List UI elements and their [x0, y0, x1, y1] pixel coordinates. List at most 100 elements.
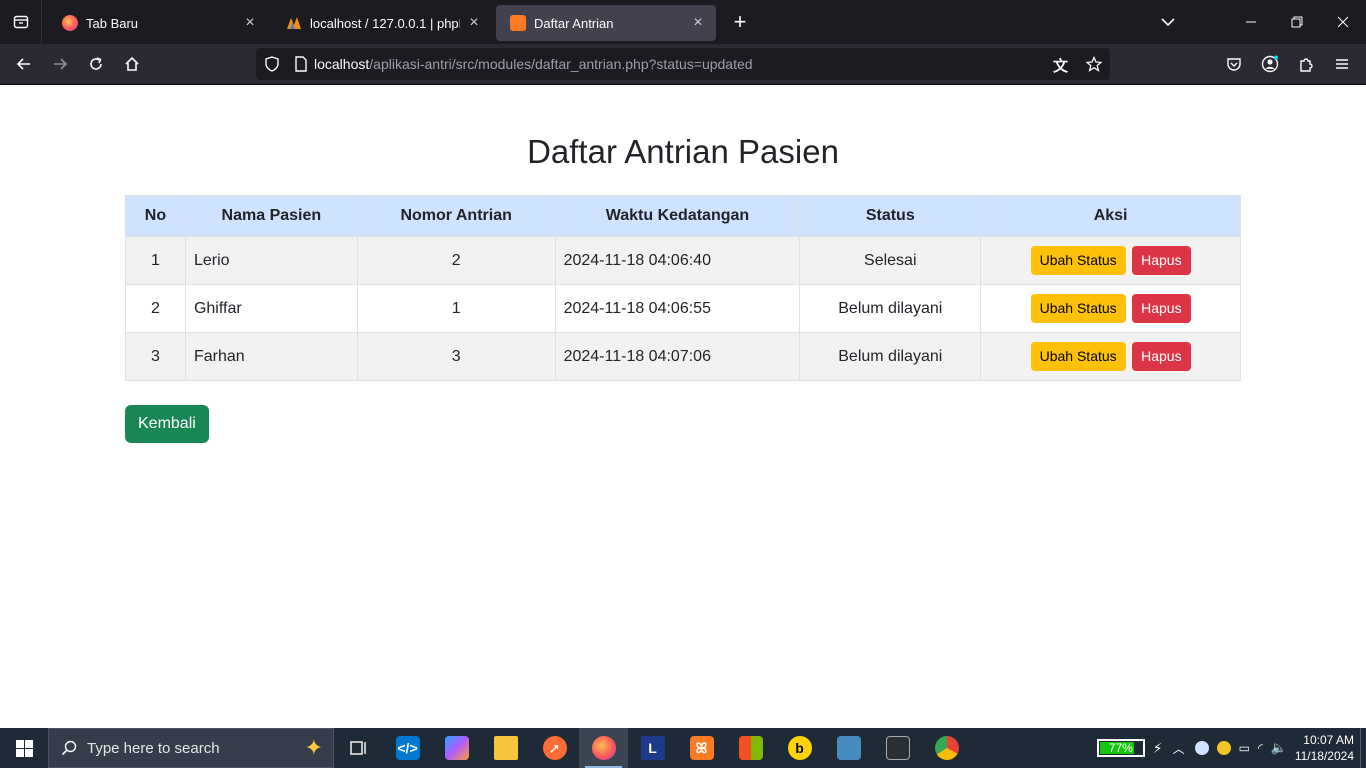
taskbar-search[interactable]: Type here to search ✦ [48, 728, 334, 768]
queue-table: No Nama Pasien Nomor Antrian Waktu Kedat… [125, 195, 1241, 381]
l-app-button[interactable]: L [628, 728, 677, 768]
cell-aksi: Ubah Status Hapus [980, 332, 1241, 381]
ubah-status-button[interactable]: Ubah Status [1030, 246, 1126, 275]
close-window-button[interactable] [1320, 0, 1366, 44]
restore-button[interactable] [1274, 0, 1320, 44]
tab-title: Tab Baru [86, 15, 139, 31]
hamburger-icon [1336, 59, 1348, 69]
ubah-status-button[interactable]: Ubah Status [1030, 294, 1126, 323]
cell-nama: Ghiffar [184, 284, 358, 333]
plug-icon[interactable]: ⚡ [1153, 740, 1163, 757]
vscode-button[interactable]: </> [383, 728, 432, 768]
star-icon[interactable] [1086, 56, 1102, 72]
account-button[interactable] [1252, 48, 1288, 80]
tab-title: localhost / 127.0.0.1 | phpMyAdmin [310, 15, 460, 31]
translate-icon[interactable]: 文 [1053, 55, 1068, 76]
header-status: Status [799, 195, 982, 237]
menu-button[interactable] [1324, 48, 1360, 80]
store-icon [738, 736, 763, 760]
tab-phpmyadmin[interactable]: localhost / 127.0.0.1 | phpMyAdmin × [272, 5, 492, 41]
tab-new-tab[interactable]: Tab Baru × [48, 5, 268, 41]
tab-list-button[interactable] [0, 0, 42, 44]
address-bar[interactable]: localhost/aplikasi-antri/src/modules/daf… [256, 48, 1110, 80]
hapus-button[interactable]: Hapus [1132, 342, 1191, 371]
unity-button[interactable] [873, 728, 922, 768]
folder-icon [493, 736, 518, 760]
minimize-button[interactable] [1228, 0, 1274, 44]
minimize-icon [1246, 21, 1256, 23]
cell-nomor: 3 [356, 332, 556, 381]
table-row: 2 Ghiffar 1 2024-11-18 04:06:55 Belum di… [125, 284, 1241, 333]
copilot-button[interactable] [432, 728, 481, 768]
tab-daftar-antrian[interactable]: Daftar Antrian × [496, 5, 716, 41]
l-app-icon: L [640, 736, 665, 760]
header-waktu-kedatangan: Waktu Kedatangan [554, 195, 801, 237]
cell-waktu: 2024-11-18 04:07:06 [554, 332, 801, 381]
firefox-button[interactable] [579, 728, 628, 768]
list-all-tabs-button[interactable] [1145, 0, 1191, 44]
cell-status: Selesai [799, 236, 982, 285]
cell-status: Belum dilayani [799, 332, 982, 381]
arrow-left-icon [16, 58, 30, 70]
hapus-button[interactable]: Hapus [1132, 294, 1191, 323]
task-view-icon [349, 741, 366, 755]
tab-list-icon [13, 15, 28, 29]
page-title: Daftar Antrian Pasien [527, 133, 839, 170]
tray-app-icon[interactable] [1216, 741, 1231, 755]
close-icon[interactable]: × [466, 15, 482, 31]
copilot-icon [444, 736, 469, 760]
cell-waktu: 2024-11-18 04:06:40 [554, 236, 801, 285]
cell-nama: Lerio [184, 236, 358, 285]
tray-app-icon[interactable] [1194, 741, 1209, 755]
copilot-sparkle-icon: ✦ [304, 735, 323, 760]
arrow-right-icon [54, 58, 68, 70]
vscode-icon: </> [395, 736, 420, 760]
microsoft-store-button[interactable] [726, 728, 775, 768]
cell-aksi: Ubah Status Hapus [980, 236, 1241, 285]
close-icon[interactable]: × [242, 15, 258, 31]
kembali-button[interactable]: Kembali [125, 405, 209, 443]
hapus-button[interactable]: Hapus [1132, 246, 1191, 275]
new-tab-button[interactable]: + [722, 4, 758, 40]
firefox-icon [591, 736, 616, 760]
network-icon[interactable]: ▭ [1239, 741, 1250, 755]
reload-button[interactable] [78, 48, 114, 80]
cell-nomor: 2 [356, 236, 556, 285]
show-desktop-button[interactable] [1360, 728, 1366, 768]
cell-waktu: 2024-11-18 04:06:55 [554, 284, 801, 333]
system-tray: 77% ⚡ ︿ ▭ ◜ 🔈 10:07 AM 11/18/2024 [1096, 728, 1366, 768]
xampp-button[interactable]: ꕤ [677, 728, 726, 768]
browser-tab-bar: Tab Baru × localhost / 127.0.0.1 | phpMy… [0, 0, 1366, 44]
header-no: No [125, 195, 186, 237]
xampp-icon [510, 15, 526, 31]
shield-icon[interactable] [264, 56, 280, 72]
start-button[interactable] [0, 728, 48, 768]
home-icon [125, 56, 139, 71]
windows-icon [15, 739, 33, 757]
chrome-button[interactable] [922, 728, 971, 768]
home-button[interactable] [114, 48, 150, 80]
extensions-button[interactable] [1288, 48, 1324, 80]
page-icon[interactable] [294, 56, 308, 72]
pocket-button[interactable] [1216, 48, 1252, 80]
close-icon[interactable]: × [690, 15, 706, 31]
clock[interactable]: 10:07 AM 11/18/2024 [1295, 732, 1354, 764]
battery-indicator[interactable]: 77% [1096, 739, 1145, 757]
table-header-row: No Nama Pasien Nomor Antrian Waktu Kedat… [125, 195, 1241, 237]
wifi-icon[interactable]: ◜ [1258, 741, 1263, 755]
url-text[interactable]: localhost/aplikasi-antri/src/modules/daf… [314, 56, 753, 72]
godot-button[interactable] [824, 728, 873, 768]
chevron-up-icon[interactable]: ︿ [1173, 740, 1185, 757]
ubah-status-button[interactable]: Ubah Status [1030, 342, 1126, 371]
volume-icon[interactable]: 🔈 [1271, 740, 1287, 756]
battery-percent: 77% [1108, 741, 1133, 755]
back-button[interactable] [6, 48, 42, 80]
task-view-button[interactable] [334, 728, 383, 768]
forward-button[interactable] [42, 48, 78, 80]
cell-no: 3 [125, 332, 186, 381]
postman-icon: ➚ [542, 736, 567, 760]
postman-button[interactable]: ➚ [530, 728, 579, 768]
file-explorer-button[interactable] [481, 728, 530, 768]
bandicam-button[interactable]: b [775, 728, 824, 768]
close-icon [1337, 16, 1349, 28]
